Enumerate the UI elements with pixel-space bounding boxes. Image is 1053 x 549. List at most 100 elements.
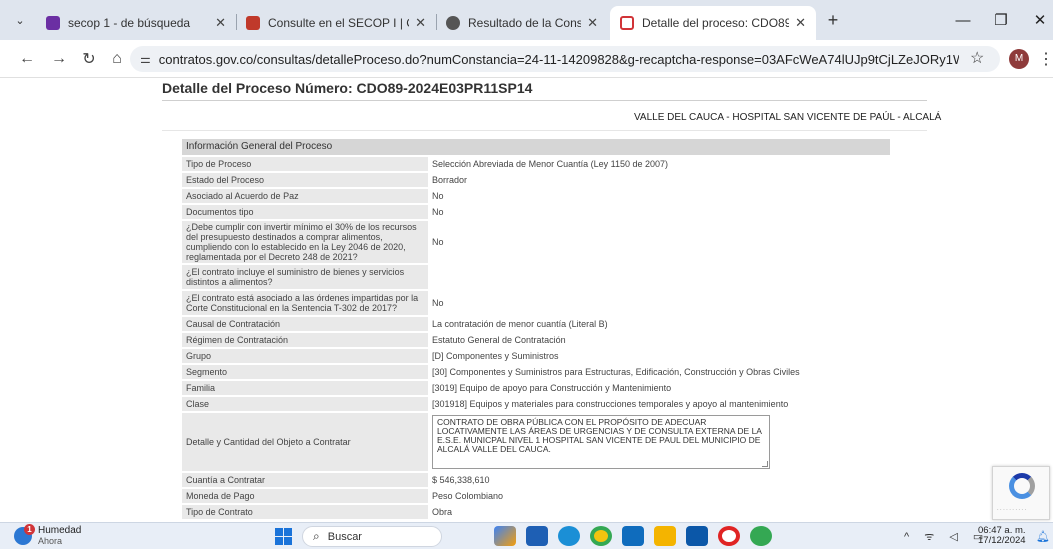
row-label: Familia	[182, 381, 428, 395]
taskbar-clock[interactable]: 06:47 a. m. 17/12/2024	[978, 526, 1026, 546]
table-row: Régimen de Contratación Estatuto General…	[182, 333, 890, 347]
weather-icon: 1	[14, 524, 35, 545]
row-label: Documentos tipo	[182, 205, 428, 219]
notification-badge: 1	[24, 524, 35, 535]
row-value: No	[428, 221, 890, 263]
copilot-icon[interactable]	[494, 526, 516, 546]
file-explorer-icon[interactable]	[654, 526, 676, 546]
tab-resultado-consulta[interactable]: Resultado de la Consulta ✕	[436, 6, 608, 40]
close-tab-icon[interactable]: ✕	[415, 15, 426, 31]
resize-grip-icon[interactable]	[762, 461, 768, 467]
tab-secop-busqueda[interactable]: secop 1 - de búsqueda ✕	[36, 6, 236, 40]
row-label: Moneda de Pago	[182, 489, 428, 503]
tab-title: secop 1 - de búsqueda	[68, 16, 191, 30]
row-value: No	[428, 189, 890, 203]
row-label: ¿El contrato incluye el suministro de bi…	[182, 265, 428, 289]
opera-icon[interactable]	[718, 526, 740, 546]
weather-widget[interactable]: 1 Humedad Ahora	[14, 524, 81, 546]
row-label: Tipo de Contrato	[182, 505, 428, 519]
row-label: Estado del Proceso	[182, 173, 428, 187]
row-value: Peso Colombiano	[428, 489, 890, 503]
recaptcha-badge[interactable]: · · · · · · · · · ·	[992, 466, 1050, 520]
system-tray[interactable]: ^ ᯤ ◁ ▭	[904, 529, 989, 544]
tab-title: Detalle del proceso: CDO89-20	[642, 16, 790, 30]
tab-consulte-secop[interactable]: Consulte en el SECOP I | Colomb ✕	[236, 6, 436, 40]
table-header-row: Información General del Proceso	[182, 139, 890, 155]
edge-icon[interactable]	[558, 526, 580, 546]
table-row: Documentos tipo No	[182, 205, 890, 219]
secop-red-favicon-icon	[620, 16, 634, 30]
row-value: Estatuto General de Contratación	[428, 333, 890, 347]
tab-search-dropdown-icon[interactable]: ⌄	[8, 9, 32, 31]
notifications-bell-icon[interactable]: 🔔︎	[1036, 530, 1050, 543]
address-bar[interactable]: ⚌ contratos.gov.co/consultas/detalleProc…	[130, 46, 1000, 72]
page-viewport: Detalle del Proceso Número: CDO89-2024E0…	[0, 78, 1053, 522]
table-row: Clase [301918] Equipos y materiales para…	[182, 397, 890, 411]
table-row: Familia [3019] Equipo de apoyo para Cons…	[182, 381, 890, 395]
secop-favicon-icon	[46, 16, 60, 30]
start-button[interactable]	[275, 528, 292, 545]
table-row: Tipo de Contrato Obra	[182, 505, 890, 519]
weather-subtitle: Ahora	[38, 536, 63, 546]
table-row: Causal de Contratación La contratación d…	[182, 317, 890, 331]
row-label: Detalle y Cantidad del Objeto a Contrata…	[182, 413, 428, 471]
row-value: Borrador	[428, 173, 890, 187]
table-row: ¿Debe cumplir con invertir mínimo el 30%…	[182, 221, 890, 263]
store-icon[interactable]	[622, 526, 644, 546]
url-text[interactable]: contratos.gov.co/consultas/detalleProces…	[159, 52, 959, 67]
row-value: [30] Componentes y Suministros para Estr…	[428, 365, 890, 379]
row-label: Asociado al Acuerdo de Paz	[182, 189, 428, 203]
row-label: ¿El contrato está asociado a las órdenes…	[182, 291, 428, 315]
restore-icon[interactable]: ❐	[983, 0, 1019, 40]
table-row: Grupo [D] Componentes y Suministros	[182, 349, 890, 363]
browser-menu-icon[interactable]: ⋮	[1038, 49, 1053, 69]
close-window-icon[interactable]: ✕	[1022, 0, 1053, 40]
new-tab-button[interactable]: +	[822, 10, 844, 32]
row-value: [D] Componentes y Suministros	[428, 349, 890, 363]
row-label: Causal de Contratación	[182, 317, 428, 331]
table-row: Asociado al Acuerdo de Paz No	[182, 189, 890, 203]
home-icon[interactable]: ⌂	[106, 48, 128, 70]
tab-strip: ⌄ secop 1 - de búsqueda ✕ Consulte en el…	[0, 0, 1053, 40]
search-icon: ⌕	[313, 529, 320, 543]
word-icon[interactable]	[526, 526, 548, 546]
minimize-icon[interactable]: —	[945, 0, 981, 40]
reload-icon[interactable]: ↻	[78, 48, 100, 70]
table-row: Estado del Proceso Borrador	[182, 173, 890, 187]
table-row: Detalle y Cantidad del Objeto a Contrata…	[182, 413, 890, 471]
secop-flag-favicon-icon	[246, 16, 260, 30]
bookmark-star-icon[interactable]: ☆	[970, 48, 984, 68]
page-title: Detalle del Proceso Número: CDO89-2024E0…	[162, 80, 533, 96]
site-info-icon[interactable]: ⚌	[140, 52, 151, 66]
table-row: Tipo de Proceso Selección Abreviada de M…	[182, 157, 890, 171]
chrome-icon[interactable]	[590, 526, 612, 546]
row-label: Segmento	[182, 365, 428, 379]
forward-icon[interactable]: →	[48, 48, 70, 70]
row-label: Clase	[182, 397, 428, 411]
recaptcha-fineprint: · · · · · · · · · ·	[997, 507, 1027, 513]
browser-toolbar: ← → ↻ ⌂ ⚌ contratos.gov.co/consultas/det…	[0, 40, 1053, 78]
close-tab-icon[interactable]: ✕	[795, 15, 806, 31]
object-description-textarea[interactable]: CONTRATO DE OBRA PÚBLICA CON EL PROPÓSIT…	[432, 415, 770, 469]
row-value: La contratación de menor cuantía (Litera…	[428, 317, 890, 331]
profile-avatar[interactable]: M	[1009, 49, 1029, 69]
taskbar-search[interactable]: ⌕ Buscar	[302, 526, 442, 547]
row-label: Tipo de Proceso	[182, 157, 428, 171]
title-divider	[162, 100, 927, 101]
chrome-profile-icon[interactable]	[750, 526, 772, 546]
search-placeholder: Buscar	[327, 530, 362, 543]
tab-detalle-proceso[interactable]: Detalle del proceso: CDO89-20 ✕	[610, 6, 816, 40]
table-row: ¿El contrato incluye el suministro de bi…	[182, 265, 890, 289]
tab-title: Resultado de la Consulta	[468, 16, 582, 30]
close-tab-icon[interactable]: ✕	[215, 15, 226, 31]
row-value	[428, 265, 890, 289]
row-label: ¿Debe cumplir con invertir mínimo el 30%…	[182, 221, 428, 263]
row-label: Régimen de Contratación	[182, 333, 428, 347]
back-icon[interactable]: ←	[16, 48, 38, 70]
close-tab-icon[interactable]: ✕	[587, 15, 598, 31]
calendar-app-icon[interactable]	[686, 526, 708, 546]
table-row: Segmento [30] Componentes y Suministros …	[182, 365, 890, 379]
row-value-cell: CONTRATO DE OBRA PÚBLICA CON EL PROPÓSIT…	[428, 413, 890, 471]
row-value: No	[428, 205, 890, 219]
table-row: ¿El contrato está asociado a las órdenes…	[182, 291, 890, 315]
